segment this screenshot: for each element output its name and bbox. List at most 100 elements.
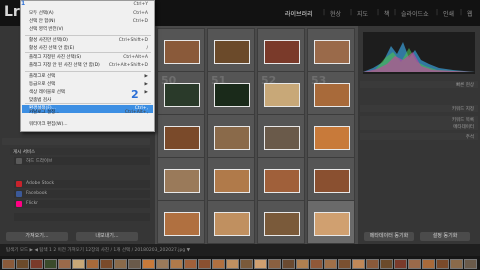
sync-metadata-button[interactable]: 메타데이터 동기화 xyxy=(364,232,414,241)
filmstrip-thumbnail[interactable] xyxy=(128,259,141,269)
menu-item[interactable]: 플래그로 선택 ▶ xyxy=(22,73,153,81)
filmstrip-thumbnail[interactable] xyxy=(436,259,449,269)
filmstrip-thumbnail[interactable] xyxy=(30,259,43,269)
photo-thumbnail[interactable] xyxy=(314,212,350,236)
grid-cell[interactable] xyxy=(207,114,255,158)
publish-row-adobe-stock[interactable]: Adobe Stock xyxy=(14,180,150,188)
menu-item[interactable]: 활성 사진만 선택(O) Ctrl+Shift+D xyxy=(22,37,153,45)
grid-cell[interactable] xyxy=(157,28,205,72)
export-button[interactable]: 내보내기... xyxy=(76,232,138,241)
filmstrip-thumbnail[interactable] xyxy=(366,259,379,269)
photo-thumbnail[interactable] xyxy=(314,126,350,150)
grid-cell[interactable]: 53 xyxy=(307,71,355,115)
filmstrip-thumbnail[interactable] xyxy=(296,259,309,269)
filmstrip-thumbnail[interactable] xyxy=(58,259,71,269)
photo-thumbnail[interactable] xyxy=(164,40,200,64)
photo-thumbnail[interactable] xyxy=(164,169,200,193)
module-web[interactable]: 웹 xyxy=(467,9,473,18)
filmstrip-thumbnail[interactable] xyxy=(324,259,337,269)
filmstrip-thumbnail[interactable] xyxy=(114,259,127,269)
photo-thumbnail[interactable] xyxy=(164,126,200,150)
filmstrip-thumbnail[interactable] xyxy=(170,259,183,269)
grid-cell[interactable] xyxy=(257,157,305,201)
photo-thumbnail[interactable] xyxy=(214,212,250,236)
grid-cell[interactable]: 52 xyxy=(257,71,305,115)
module-print[interactable]: 인쇄 xyxy=(443,9,454,18)
filmstrip-thumbnail[interactable] xyxy=(198,259,211,269)
menu-item[interactable]: 플래그 지정된 사진 선택(S) Ctrl+Alt+A xyxy=(22,54,153,62)
filmstrip-thumbnail[interactable] xyxy=(2,259,15,269)
filmstrip-thumbnail[interactable] xyxy=(282,259,295,269)
menu-item[interactable]: 플래그 지정 안 된 사진 선택 안 함(D) Ctrl+Alt+Shift+D xyxy=(22,62,153,70)
grid-cell[interactable] xyxy=(257,28,305,72)
photo-thumbnail[interactable] xyxy=(214,126,250,150)
filmstrip-thumbnail[interactable] xyxy=(422,259,435,269)
grid-cell[interactable] xyxy=(257,114,305,158)
grid-cell[interactable] xyxy=(157,157,205,201)
filmstrip-thumbnail[interactable] xyxy=(72,259,85,269)
grid-cell[interactable]: 51 xyxy=(207,71,255,115)
filmstrip-thumbnail[interactable] xyxy=(408,259,421,269)
photo-thumbnail[interactable] xyxy=(164,83,200,107)
grid-cell[interactable] xyxy=(157,200,205,244)
filmstrip-thumbnail[interactable] xyxy=(86,259,99,269)
filmstrip-thumbnail[interactable] xyxy=(100,259,113,269)
menu-item[interactable]: 워터마크 편집(W)... xyxy=(22,121,153,129)
grid-cell[interactable] xyxy=(307,28,355,72)
photo-thumbnail[interactable] xyxy=(214,83,250,107)
grid-cell[interactable] xyxy=(207,28,255,72)
filmstrip-thumbnail[interactable] xyxy=(394,259,407,269)
filmstrip-thumbnail[interactable] xyxy=(268,259,281,269)
grid-cell[interactable] xyxy=(307,157,355,201)
publish-row-facebook[interactable]: Facebook xyxy=(14,190,150,198)
sync-settings-button[interactable]: 설정 동기화 xyxy=(420,232,470,241)
menu-item[interactable]: 모두 선택(A) Ctrl+A xyxy=(22,10,153,18)
module-develop[interactable]: 현상 xyxy=(330,9,341,18)
right-panel-row-comments[interactable]: 주석 xyxy=(360,133,478,140)
publish-row-harddrive[interactable]: 하드 드라이브 xyxy=(14,157,150,165)
right-panel-row-keywording[interactable]: 키워드 지정 xyxy=(360,105,478,112)
right-panel-row-keyword-list[interactable]: 키워드 목록 xyxy=(360,116,478,123)
photo-thumbnail[interactable] xyxy=(314,83,350,107)
publish-row-more[interactable] xyxy=(14,213,150,221)
filmstrip-thumbnail[interactable] xyxy=(142,259,155,269)
module-map[interactable]: 지도 xyxy=(357,9,368,18)
photo-thumbnail[interactable] xyxy=(264,40,300,64)
grid-cell[interactable] xyxy=(157,114,205,158)
grid-cell[interactable] xyxy=(207,157,255,201)
menu-item[interactable]: 선택 영역 반전(V) xyxy=(22,26,153,34)
filmstrip-thumbnail[interactable] xyxy=(240,259,253,269)
module-library[interactable]: 라이브러리 xyxy=(285,9,313,18)
photo-thumbnail[interactable] xyxy=(314,40,350,64)
menu-item[interactable]: 카탈로그 설정... Ctrl+Alt+, xyxy=(22,109,153,117)
filmstrip-thumbnail[interactable] xyxy=(16,259,29,269)
photo-thumbnail[interactable] xyxy=(264,212,300,236)
grid-cell[interactable] xyxy=(257,200,305,244)
filmstrip-thumbnail[interactable] xyxy=(352,259,365,269)
filmstrip-thumbnail[interactable] xyxy=(338,259,351,269)
photo-thumbnail[interactable] xyxy=(314,169,350,193)
photo-thumbnail[interactable] xyxy=(214,40,250,64)
photo-thumbnail[interactable] xyxy=(264,169,300,193)
photo-thumbnail[interactable] xyxy=(264,83,300,107)
module-book[interactable]: 책 xyxy=(384,9,390,18)
menu-item[interactable]: Ctrl+Y xyxy=(22,1,153,9)
menu-item[interactable]: 선택 안 함(N) Ctrl+D xyxy=(22,18,153,26)
filmstrip-thumbnail[interactable] xyxy=(226,259,239,269)
filmstrip-thumbnail[interactable] xyxy=(44,259,57,269)
filmstrip-thumbnail[interactable] xyxy=(212,259,225,269)
filmstrip-thumbnail[interactable] xyxy=(464,259,477,269)
photo-thumbnail[interactable] xyxy=(164,212,200,236)
filmstrip-thumbnail[interactable] xyxy=(156,259,169,269)
grid-cell[interactable] xyxy=(307,200,355,244)
photo-thumbnail[interactable] xyxy=(214,169,250,193)
right-panel-row-quick-develop[interactable]: 빠른 현상 xyxy=(360,81,478,88)
grid-cell[interactable] xyxy=(207,200,255,244)
photo-thumbnail[interactable] xyxy=(264,126,300,150)
filmstrip-thumbnail[interactable] xyxy=(380,259,393,269)
menu-item[interactable]: 활성 사진 선택 안 함(E) / xyxy=(22,45,153,53)
filmstrip-thumbnail[interactable] xyxy=(450,259,463,269)
publish-row-flickr[interactable]: Flickr xyxy=(14,200,150,208)
filmstrip-thumbnail[interactable] xyxy=(254,259,267,269)
grid-cell[interactable] xyxy=(307,114,355,158)
